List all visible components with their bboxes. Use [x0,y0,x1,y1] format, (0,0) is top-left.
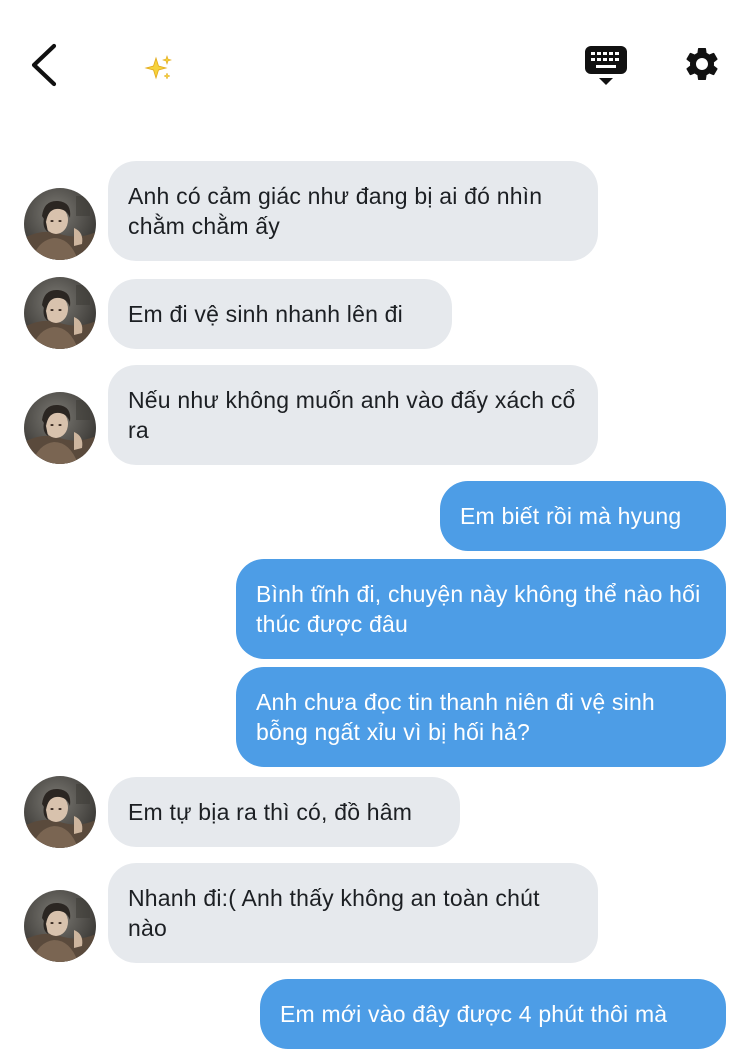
back-button[interactable] [22,40,66,90]
incoming-message: Nếu như không muốn anh vào đấy xách cổ r… [108,365,598,465]
incoming-message: Em đi vệ sinh nhanh lên đi [108,279,452,349]
avatar[interactable] [24,188,96,260]
outgoing-message: Em mới vào đây được 4 phút thôi mà [260,979,726,1049]
outgoing-message: Bình tĩnh đi, chuyện này không thể nào h… [236,559,726,659]
keyboard-button[interactable] [584,44,628,88]
settings-button[interactable] [682,44,722,84]
outgoing-message: Anh chưa đọc tin thanh niên đi vệ sinh b… [236,667,726,767]
avatar[interactable] [24,277,96,349]
avatar[interactable] [24,776,96,848]
sparkles-icon [143,54,173,82]
incoming-message: Em tự bịa ra thì có, đồ hâm [108,777,460,847]
chat-header [0,0,750,130]
chevron-left-icon [31,43,57,87]
avatar[interactable] [24,890,96,962]
keyboard-icon [585,46,627,85]
incoming-message: Nhanh đi:( Anh thấy không an toàn chút n… [108,863,598,963]
incoming-message: Anh có cảm giác như đang bị ai đó nhìn c… [108,161,598,261]
avatar[interactable] [24,392,96,464]
gear-icon [686,47,718,80]
outgoing-message: Em biết rồi mà hyung [440,481,726,551]
